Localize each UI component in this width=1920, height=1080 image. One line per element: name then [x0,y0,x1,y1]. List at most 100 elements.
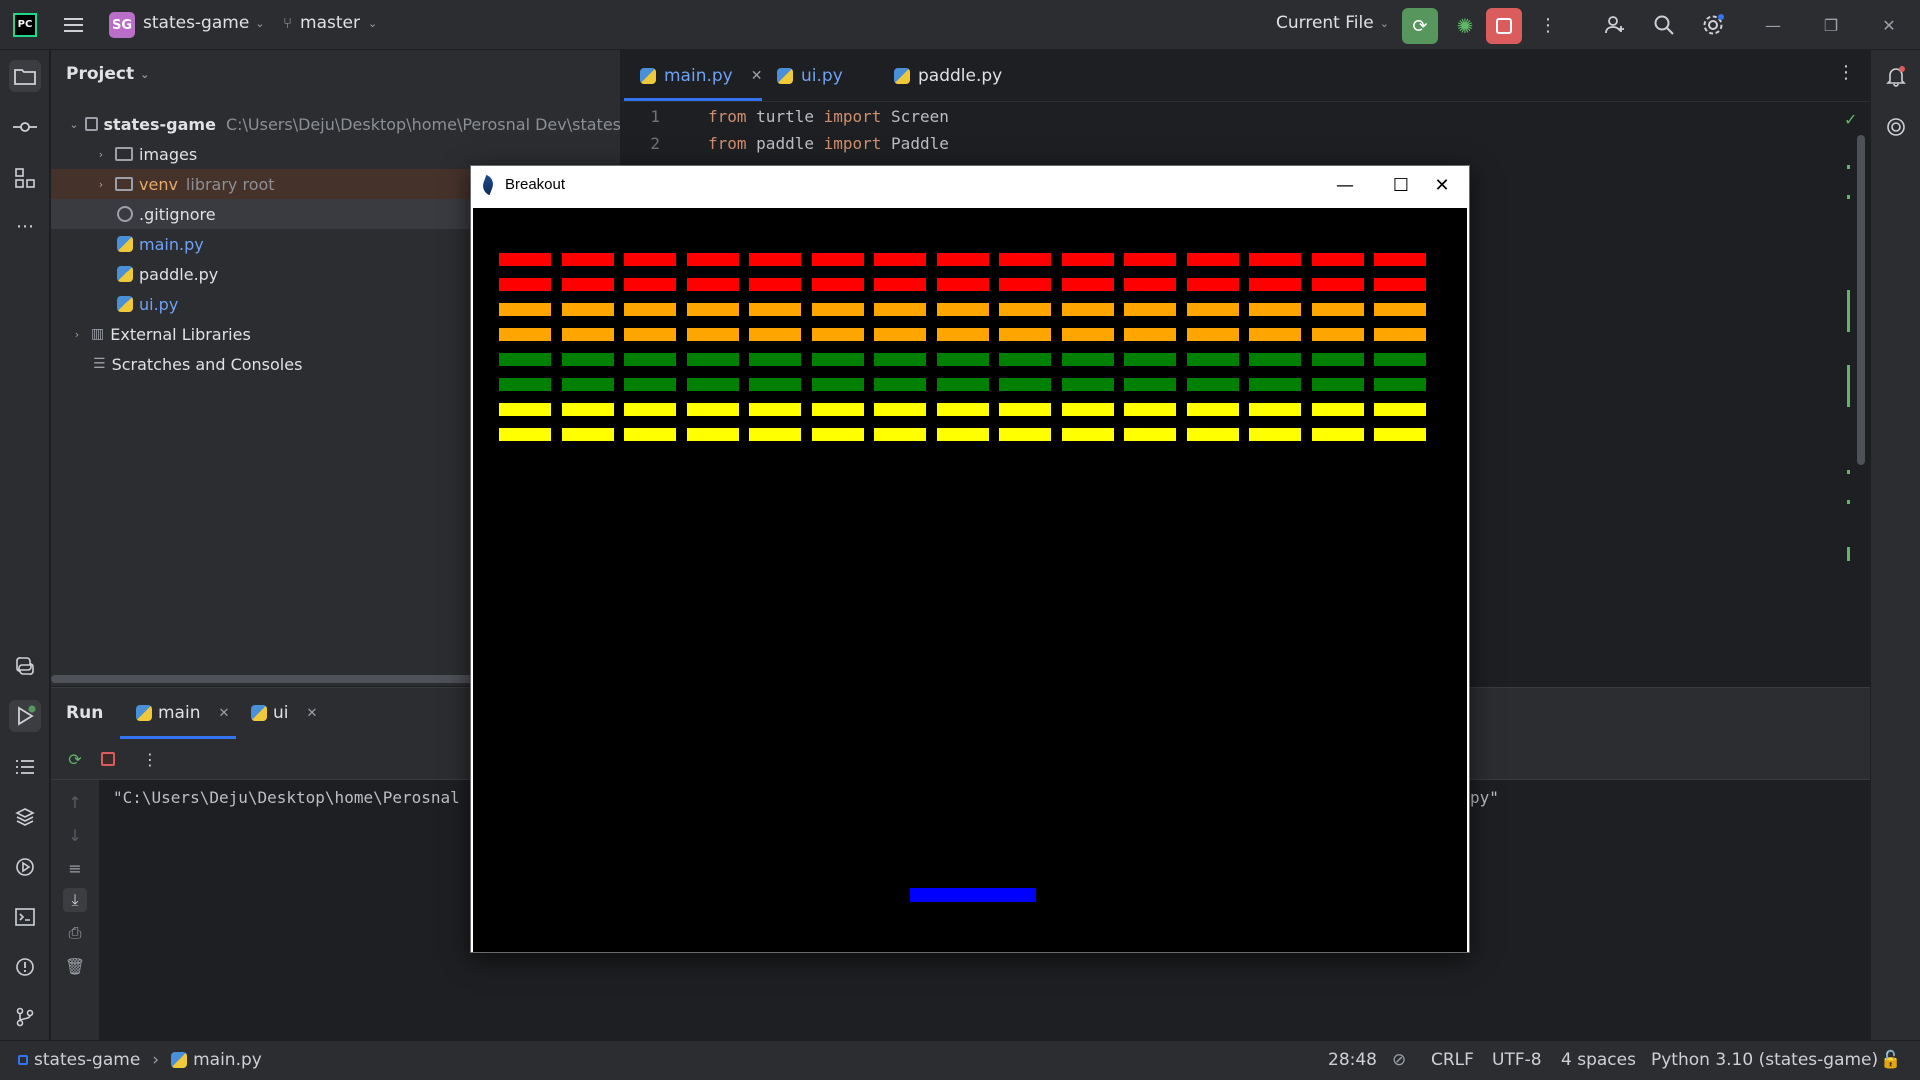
tab-main-py[interactable]: main.py ✕ [640,60,762,92]
print-icon[interactable]: ⎙ [63,921,87,945]
line-ending[interactable]: CRLF [1431,1050,1474,1070]
project-switcher[interactable]: states-game ⌄ [143,13,265,33]
run-tab-main[interactable]: main ✕ [136,703,229,723]
chevron-down-icon: ⌄ [140,67,150,81]
tree-label: venv [139,174,178,194]
debug-button[interactable]: ✺ [1450,11,1480,41]
python-interpreter[interactable]: Python 3.10 (states-game) [1651,1050,1878,1070]
editor-scrollbar[interactable] [1857,135,1865,465]
tree-item-root[interactable]: ⌄ states-game C:\Users\Deju\Desktop\home… [51,109,621,139]
layers-icon[interactable] [9,801,41,833]
more-tools-icon[interactable]: ⋯ [9,210,41,242]
project-badge[interactable]: SG [109,12,135,38]
project-panel-title[interactable]: Project ⌄ [66,64,149,84]
close-tab-icon[interactable]: ✕ [307,706,318,721]
tab-ui-py[interactable]: ui.py [777,60,843,92]
breadcrumb-file[interactable]: main.py [193,1050,262,1070]
change-marker [1847,500,1850,504]
add-user-icon[interactable] [1600,10,1630,40]
brick [624,353,676,366]
brick [687,353,739,366]
folder-icon [115,177,133,191]
search-icon[interactable] [1649,10,1679,40]
brick [1187,303,1239,316]
pycharm-logo[interactable]: PC [13,13,37,37]
tree-label: ui.py [139,294,179,314]
brick [874,428,926,441]
services-icon[interactable] [9,851,41,883]
structure-icon[interactable] [9,162,41,194]
rerun-icon[interactable]: ⟳ [63,747,87,771]
minimize-icon[interactable]: — [1321,170,1369,200]
run-tab-ui[interactable]: ui ✕ [251,703,317,723]
rerun-button[interactable]: ⟳ [1402,8,1438,44]
brick [1062,353,1114,366]
minimize-icon[interactable]: — [1758,13,1788,37]
tab-options-icon[interactable]: ⋮ [1837,62,1855,83]
run-config-selector[interactable]: Current File ⌄ [1276,13,1389,33]
run-tool-icon[interactable] [9,700,41,732]
soft-wrap-icon[interactable]: ≡ [63,856,87,880]
python-file-icon [640,68,656,84]
problems-icon[interactable] [9,951,41,983]
panel-title-text: Project [66,64,135,84]
tab-paddle-py[interactable]: paddle.py [894,60,1002,92]
brick [1062,378,1114,391]
file-encoding[interactable]: UTF-8 [1492,1050,1542,1070]
restore-icon[interactable]: ❐ [1816,13,1846,37]
close-tab-icon[interactable]: ✕ [218,706,229,721]
brick [562,328,614,341]
tree-label: External Libraries [110,324,251,344]
brick [1062,253,1114,266]
arrow-down-icon[interactable]: ↓ [63,823,87,847]
stop-button[interactable] [1486,8,1522,44]
brick [1062,403,1114,416]
chevron-right-icon: › [98,177,104,191]
lock-icon[interactable]: 🔓 [1880,1050,1901,1070]
stop-icon[interactable] [96,747,120,771]
close-icon[interactable]: ✕ [1418,170,1466,200]
settings-icon[interactable] [1698,10,1728,40]
more-actions-icon[interactable]: ⋮ [138,747,162,771]
code-line[interactable]: 2 from paddle import Paddle [622,134,948,160]
brick [812,328,864,341]
keyword: import [823,107,882,126]
todo-list-icon[interactable] [9,751,41,783]
close-icon[interactable]: ✕ [1874,13,1904,37]
caret-position[interactable]: 28:48 [1328,1050,1377,1070]
brick [1187,328,1239,341]
brick [937,278,989,291]
python-console-icon[interactable] [9,650,41,682]
line-number: 1 [650,107,660,126]
commit-icon[interactable] [9,111,41,143]
code-line[interactable]: 1 from turtle import Screen [622,107,948,133]
close-tab-icon[interactable]: ✕ [751,68,763,84]
inspection-ok-icon[interactable]: ✓ [1844,110,1857,129]
paddle[interactable] [910,888,1036,902]
arrow-up-icon[interactable]: ↑ [63,790,87,814]
branch-switcher[interactable]: ⑂ master ⌄ [283,13,377,33]
scroll-to-end-icon[interactable]: ⤓ [63,888,87,912]
brick [624,403,676,416]
project-path: C:\Users\Deju\Desktop\home\Perosnal Dev\… [225,114,621,134]
brick [687,428,739,441]
trash-icon[interactable]: 🗑 [63,954,87,978]
brick [1374,428,1426,441]
terminal-icon[interactable] [9,901,41,933]
notifications-icon[interactable] [1880,60,1912,92]
window-titlebar[interactable]: Breakout — ☐ ✕ [471,166,1469,204]
ai-assistant-icon[interactable] [1880,111,1912,143]
brick [937,328,989,341]
project-folder-icon[interactable] [9,60,41,92]
brick [624,428,676,441]
git-icon[interactable] [9,1001,41,1033]
game-canvas[interactable] [473,208,1467,952]
indent-setting[interactable]: 4 spaces [1561,1050,1636,1070]
brick [874,253,926,266]
brick [1187,378,1239,391]
breadcrumb-project[interactable]: states-game [34,1050,140,1070]
breakout-game-window[interactable]: Breakout — ☐ ✕ [470,165,1470,953]
no-highlight-icon[interactable]: ⊘ [1392,1050,1406,1070]
main-menu-icon[interactable] [61,13,85,37]
more-actions-icon[interactable]: ⋮ [1538,13,1558,37]
